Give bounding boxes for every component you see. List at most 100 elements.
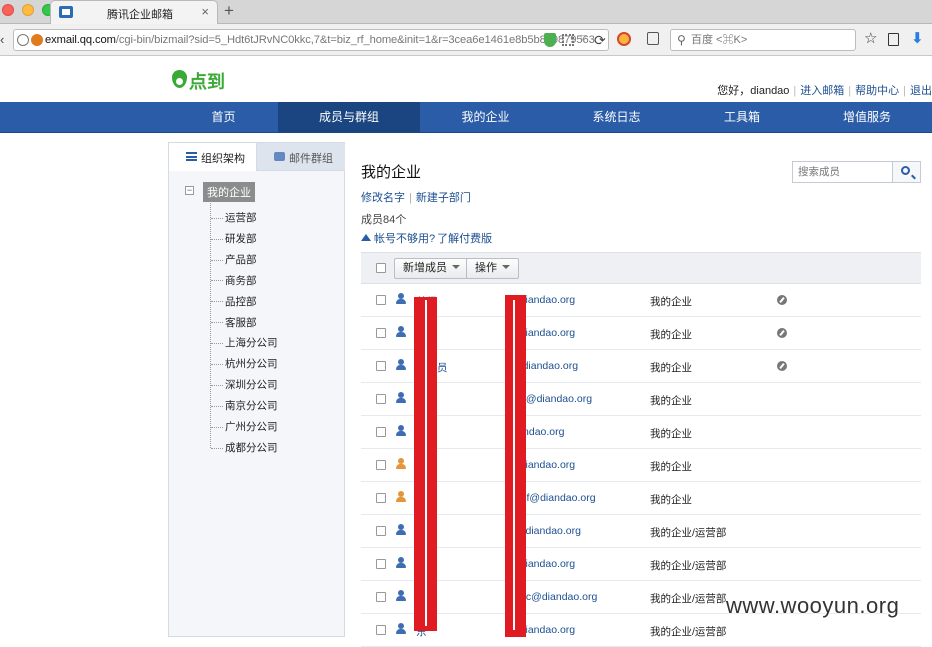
enter-mailbox-link[interactable]: 进入邮箱 <box>800 85 844 97</box>
tree-item-department[interactable]: 上海分公司 <box>211 335 278 351</box>
tree-item-department[interactable]: 商务部 <box>211 273 257 289</box>
browser-tab[interactable]: 腾讯企业邮箱 × <box>50 0 218 24</box>
person-icon <box>396 293 406 305</box>
tree-item-department[interactable]: 成都分公司 <box>211 440 278 456</box>
row-checkbox[interactable] <box>376 460 386 470</box>
download-icon[interactable]: ⬇ <box>911 29 924 47</box>
member-search-input[interactable] <box>798 164 890 180</box>
person-icon <box>396 392 406 404</box>
company-logo[interactable]: 点到 <box>169 66 227 93</box>
tab-org-structure[interactable]: 组织架构 <box>169 143 257 171</box>
tree-item-department[interactable]: 品控部 <box>211 294 257 310</box>
watermark: www.wooyun.org <box>726 593 900 618</box>
add-member-button[interactable]: 新增成员 <box>394 258 469 279</box>
user-links: 您好，diandao | 进入邮箱 | 帮助中心 | 退出 <box>717 85 932 97</box>
org-sidebar: 组织架构 邮件群组 − 我的企业 运营部研发部产品部商务部品控部客服部上海分公司… <box>168 142 345 637</box>
tree-root[interactable]: 我的企业 <box>203 182 255 202</box>
add-member-label: 新增成员 <box>403 262 447 274</box>
select-all-checkbox[interactable] <box>376 263 386 273</box>
tree-item-department[interactable]: 杭州分公司 <box>211 356 278 372</box>
reload-icon[interactable]: ⟳ <box>594 32 606 49</box>
rename-link[interactable]: 修改名字 <box>361 192 405 204</box>
row-checkbox[interactable] <box>376 526 386 536</box>
admin-icon <box>777 361 787 371</box>
row-checkbox[interactable] <box>376 625 386 635</box>
tree-item-department[interactable]: 研发部 <box>211 231 257 247</box>
person-icon <box>396 557 406 569</box>
bookmark-star-icon[interactable]: ☆ <box>864 29 877 47</box>
help-center-link[interactable]: 帮助中心 <box>855 85 899 97</box>
member-search-button[interactable] <box>892 162 920 182</box>
operation-button[interactable]: 操作 <box>466 258 519 279</box>
tree-item-department[interactable]: 产品部 <box>211 252 257 268</box>
tree-item-department[interactable]: 深圳分公司 <box>211 377 278 393</box>
adblock-icon[interactable] <box>617 32 631 46</box>
member-department: 我的企业/运营部 <box>650 593 727 605</box>
member-toolbar: 新增成员 操作 <box>361 252 921 284</box>
row-checkbox[interactable] <box>376 427 386 437</box>
url-domain: exmail.qq.com <box>45 34 116 46</box>
clipboard-icon[interactable] <box>888 33 899 46</box>
table-row[interactable]: 总经@diandao.org我的企业 <box>361 284 921 317</box>
nav-value-added[interactable]: 增值服务 <box>802 102 932 133</box>
nav-toolbox[interactable]: 工具箱 <box>682 102 802 133</box>
close-window-button[interactable] <box>2 4 14 16</box>
shield-icon[interactable] <box>544 33 556 47</box>
paid-version-link[interactable]: 了解付费版 <box>437 233 492 245</box>
minimize-window-button[interactable] <box>22 4 34 16</box>
row-checkbox[interactable] <box>376 559 386 569</box>
dropdown-icon[interactable]: ▽ <box>580 33 587 44</box>
back-button[interactable]: ‹ <box>0 32 4 47</box>
browser-tab-title: 腾讯企业邮箱 <box>107 9 173 21</box>
reader-view-icon[interactable] <box>647 32 659 45</box>
member-count: 成员84个 <box>361 214 407 226</box>
table-row[interactable]: 璐@diandao.org我的企业 <box>361 449 921 482</box>
url-text[interactable]: exmail.qq.com/cgi-bin/bizmail?sid=5_Hdt6… <box>45 34 595 46</box>
address-bar[interactable]: exmail.qq.com/cgi-bin/bizmail?sid=5_Hdt6… <box>13 29 609 51</box>
nav-system-log[interactable]: 系统日志 <box>551 102 682 133</box>
tree-item-department[interactable]: 南京分公司 <box>211 398 278 414</box>
upgrade-notice: 帐号不够用? 了解付费版 <box>361 230 492 246</box>
nav-home[interactable]: 首页 <box>158 102 289 133</box>
qr-code-icon[interactable] <box>562 34 574 46</box>
operation-label: 操作 <box>475 262 497 274</box>
table-row[interactable]: u@diandao.org 我的企业/运营部 <box>361 515 921 548</box>
person-icon <box>396 425 406 437</box>
person-icon <box>396 491 406 503</box>
member-department: 我的企业 <box>650 428 692 440</box>
row-checkbox[interactable] <box>376 592 386 602</box>
table-row[interactable]: 芳nghf@diandao.org我的企业 <box>361 482 921 515</box>
row-checkbox[interactable] <box>376 295 386 305</box>
member-department: 我的企业 <box>650 329 692 341</box>
tab-mail-groups[interactable]: 邮件群组 <box>257 143 345 171</box>
member-search <box>792 161 921 183</box>
row-checkbox[interactable] <box>376 328 386 338</box>
new-sub-department-link[interactable]: 新建子部门 <box>416 192 471 204</box>
nav-members-groups[interactable]: 成员与群组 <box>278 102 420 133</box>
tab-mail-groups-label: 邮件群组 <box>289 153 333 165</box>
tree-item-department[interactable]: 运营部 <box>211 210 257 226</box>
tab-close-icon[interactable]: × <box>201 4 209 19</box>
url-path: /cgi-bin/bizmail?sid=5_Hdt6tJRvNC0kkc,7&… <box>115 34 595 46</box>
row-checkbox[interactable] <box>376 361 386 371</box>
table-row[interactable]: nke@diandao.org 我的企业 <box>361 383 921 416</box>
table-row[interactable]: 管理员t@diandao.org我的企业 <box>361 350 921 383</box>
table-row[interactable]: 帐号@diandao.org我的企业 <box>361 317 921 350</box>
member-department: 我的企业/运营部 <box>650 560 727 572</box>
redaction-highlight <box>425 300 427 626</box>
browser-search-input[interactable] <box>691 32 851 48</box>
row-checkbox[interactable] <box>376 394 386 404</box>
collapse-icon[interactable]: − <box>185 186 194 195</box>
new-tab-button[interactable]: + <box>224 1 234 21</box>
tree-item-department[interactable]: 客服部 <box>211 315 257 331</box>
nav-my-enterprise[interactable]: 我的企业 <box>420 102 551 133</box>
logout-link[interactable]: 退出 <box>910 85 932 97</box>
tab-org-structure-label: 组织架构 <box>201 153 245 165</box>
person-icon <box>396 326 406 338</box>
tree-item-department[interactable]: 广州分公司 <box>211 419 278 435</box>
browser-search-bar[interactable]: ⚲ <box>670 29 856 51</box>
table-row[interactable]: 峰@diandao.org我的企业/运营部 <box>361 548 921 581</box>
table-row[interactable]: 员diandao.org我的企业 <box>361 416 921 449</box>
admin-icon <box>777 328 787 338</box>
row-checkbox[interactable] <box>376 493 386 503</box>
